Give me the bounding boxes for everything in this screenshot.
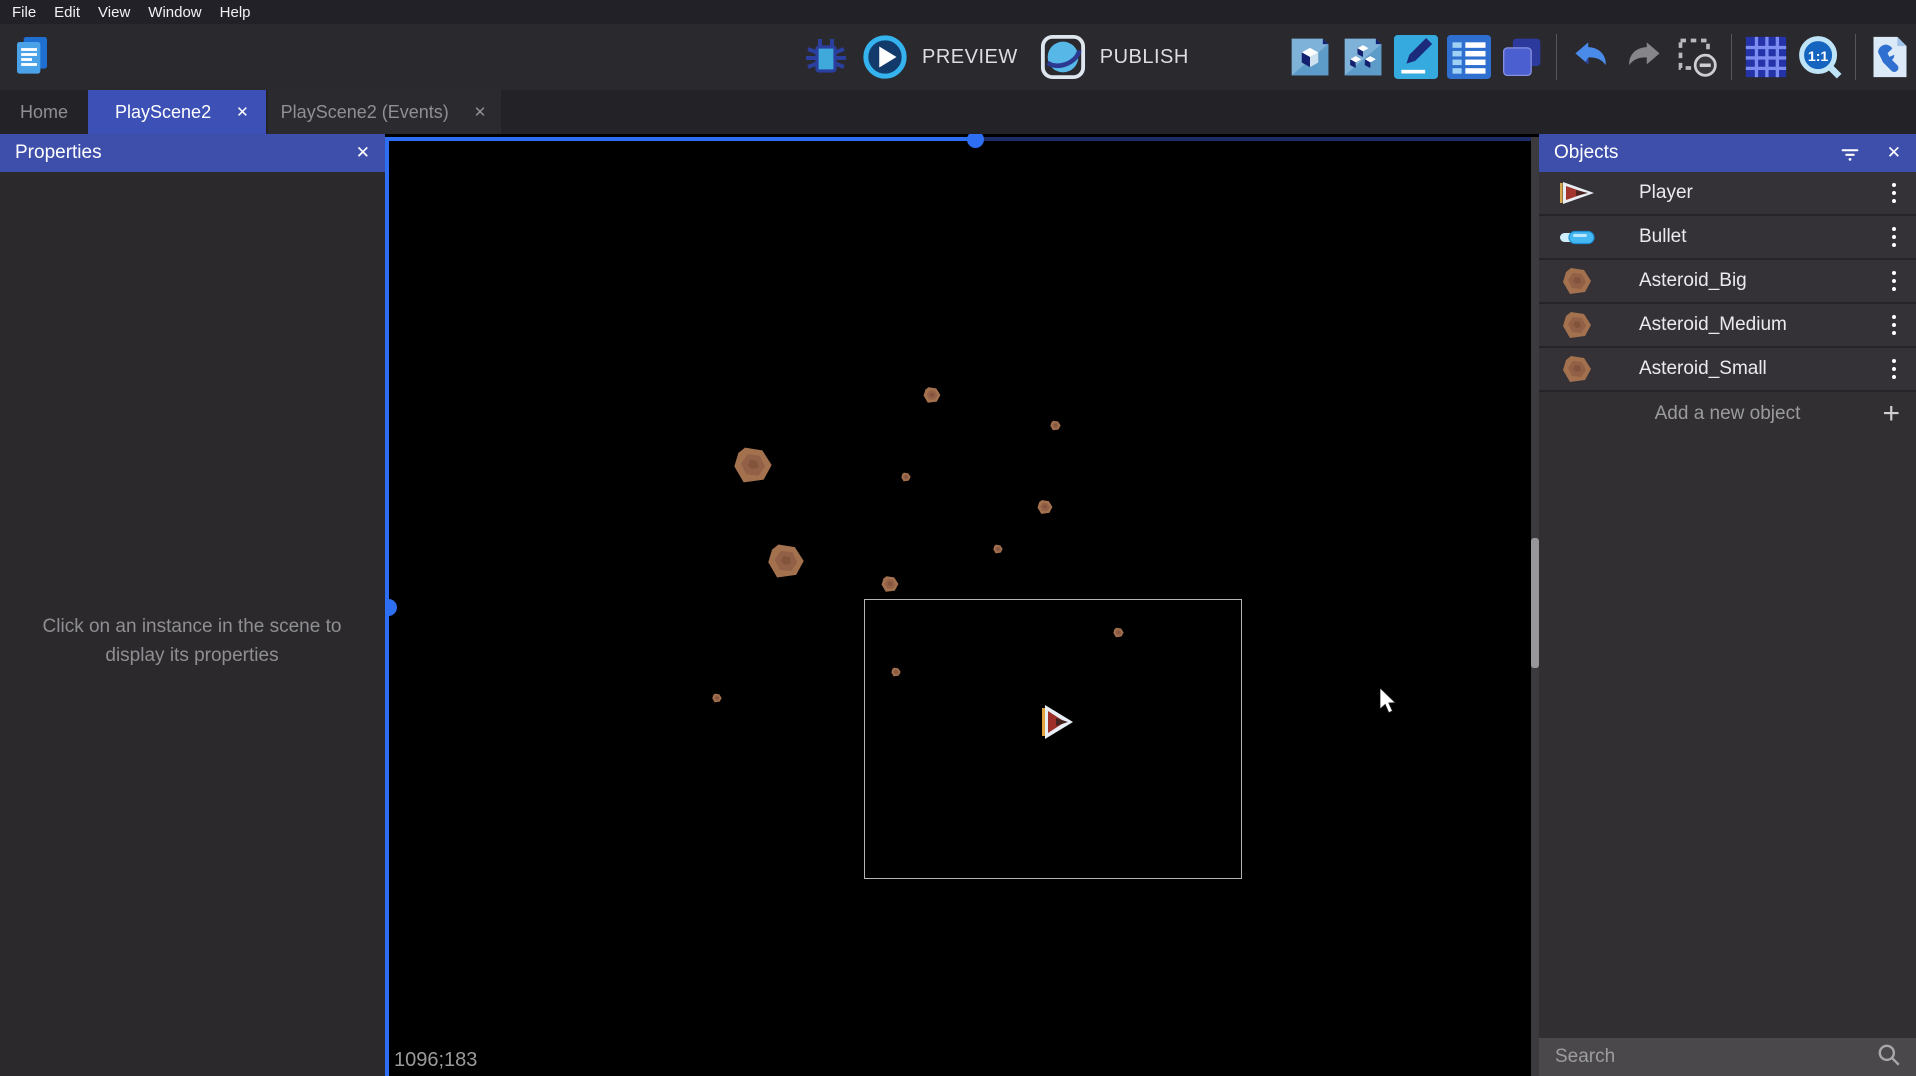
scene-canvas[interactable]: 1096;183 (385, 134, 1539, 1076)
zoom-1-1-icon[interactable]: 1:1 (1797, 34, 1843, 80)
menu-bar: FileEditViewWindowHelp (0, 0, 1916, 24)
add-object-button[interactable]: Add a new object + (1539, 392, 1916, 436)
player-ship-icon (1555, 182, 1599, 204)
redo-icon[interactable] (1622, 35, 1666, 79)
asteroid-instance[interactable] (767, 542, 805, 580)
panel-resize-border[interactable] (975, 137, 1539, 141)
close-tab-icon[interactable]: ✕ (236, 105, 249, 120)
properties-panel: Properties ✕ Click on an instance in the… (0, 134, 385, 1076)
scene-scrollbar-thumb[interactable] (1531, 538, 1539, 668)
object-list-item[interactable]: Asteroid_Medium (1539, 304, 1916, 348)
object-groups-icon[interactable] (1341, 35, 1385, 79)
publish-globe-icon[interactable] (1040, 34, 1086, 80)
player-instance[interactable] (1041, 705, 1073, 744)
tab-playscene2[interactable]: PlayScene2 ✕ (88, 90, 266, 134)
mouse-cursor (1380, 688, 1402, 719)
toolbar-separator (1855, 34, 1856, 80)
close-panel-icon[interactable]: ✕ (356, 143, 370, 163)
tab-home[interactable]: Home (0, 90, 88, 134)
menu-edit[interactable]: Edit (45, 4, 89, 21)
properties-panel-header: Properties ✕ (0, 134, 385, 172)
main-toolbar: PREVIEW PUBLISH (0, 24, 1916, 90)
panel-resize-border[interactable] (385, 137, 975, 141)
close-tab-icon[interactable]: ✕ (474, 105, 487, 120)
preview-button[interactable]: PREVIEW (922, 46, 1018, 69)
scene-scrollbar[interactable] (1531, 137, 1539, 1076)
asteroid-instance[interactable] (733, 445, 773, 485)
grid-icon[interactable] (1744, 35, 1788, 79)
object-list-item[interactable]: Player (1539, 172, 1916, 216)
menu-view[interactable]: View (89, 4, 139, 21)
editor-tabs: Home PlayScene2 ✕ PlayScene2 (Events) ✕ (0, 90, 1916, 134)
asteroid-instance[interactable] (1037, 499, 1053, 515)
undo-icon[interactable] (1569, 35, 1613, 79)
objects-panel-header: Objects ✕ (1539, 134, 1916, 172)
properties-empty-message: Click on an instance in the scene to dis… (42, 612, 342, 670)
svg-text:1:1: 1:1 (1808, 49, 1829, 65)
object-list-item[interactable]: Asteroid_Big (1539, 260, 1916, 304)
object-menu-button[interactable] (1888, 264, 1900, 297)
resize-handle-dot[interactable] (385, 599, 397, 616)
toolbar-separator (1731, 34, 1732, 80)
plus-icon: + (1882, 399, 1900, 429)
asteroid-icon (1555, 310, 1599, 340)
preview-play-icon[interactable] (862, 34, 908, 80)
debug-icon[interactable] (802, 33, 850, 81)
tab-playscene2-events[interactable]: PlayScene2 (Events) ✕ (268, 90, 502, 134)
project-manager-icon[interactable] (12, 34, 52, 80)
cursor-coordinates: 1096;183 (394, 1049, 477, 1072)
object-menu-button[interactable] (1888, 176, 1900, 209)
project-settings-icon[interactable] (1868, 35, 1912, 79)
asteroid-instance[interactable] (881, 575, 899, 593)
object-menu-button[interactable] (1888, 308, 1900, 341)
properties-panel-title: Properties (15, 142, 102, 164)
resize-handle-dot[interactable] (967, 134, 984, 148)
object-menu-button[interactable] (1888, 352, 1900, 385)
objects-panel-title: Objects (1554, 142, 1618, 164)
search-icon (1876, 1042, 1902, 1073)
clear-selection-icon[interactable] (1675, 35, 1719, 79)
objects-panel: Objects ✕ Player Bullet Asteroid_Big Ast… (1539, 134, 1916, 1076)
bullet-icon (1555, 230, 1599, 245)
new-object-icon[interactable] (1288, 35, 1332, 79)
menu-file[interactable]: File (3, 4, 45, 21)
filter-icon[interactable] (1839, 142, 1861, 164)
objects-list: Player Bullet Asteroid_Big Asteroid_Medi… (1539, 172, 1916, 392)
objects-search-bar (1539, 1038, 1916, 1076)
edit-scene-icon[interactable] (1394, 35, 1438, 79)
object-menu-button[interactable] (1888, 220, 1900, 253)
asteroid-instance[interactable] (1050, 418, 1061, 429)
instances-list-icon[interactable] (1447, 35, 1491, 79)
search-input[interactable] (1553, 1045, 1876, 1069)
object-list-item[interactable]: Bullet (1539, 216, 1916, 260)
object-list-item[interactable]: Asteroid_Small (1539, 348, 1916, 392)
asteroid-instance[interactable] (993, 541, 1003, 551)
publish-button[interactable]: PUBLISH (1100, 46, 1189, 69)
menu-window[interactable]: Window (139, 4, 210, 21)
layers-icon[interactable] (1500, 35, 1544, 79)
toolbar-separator (1556, 34, 1557, 80)
asteroid-instance[interactable] (923, 386, 941, 404)
asteroid-instance[interactable] (901, 469, 911, 479)
asteroid-icon (1555, 266, 1599, 296)
close-panel-icon[interactable]: ✕ (1887, 143, 1901, 163)
menu-help[interactable]: Help (211, 4, 260, 21)
asteroid-instance[interactable] (712, 690, 722, 700)
asteroid-icon (1555, 354, 1599, 384)
